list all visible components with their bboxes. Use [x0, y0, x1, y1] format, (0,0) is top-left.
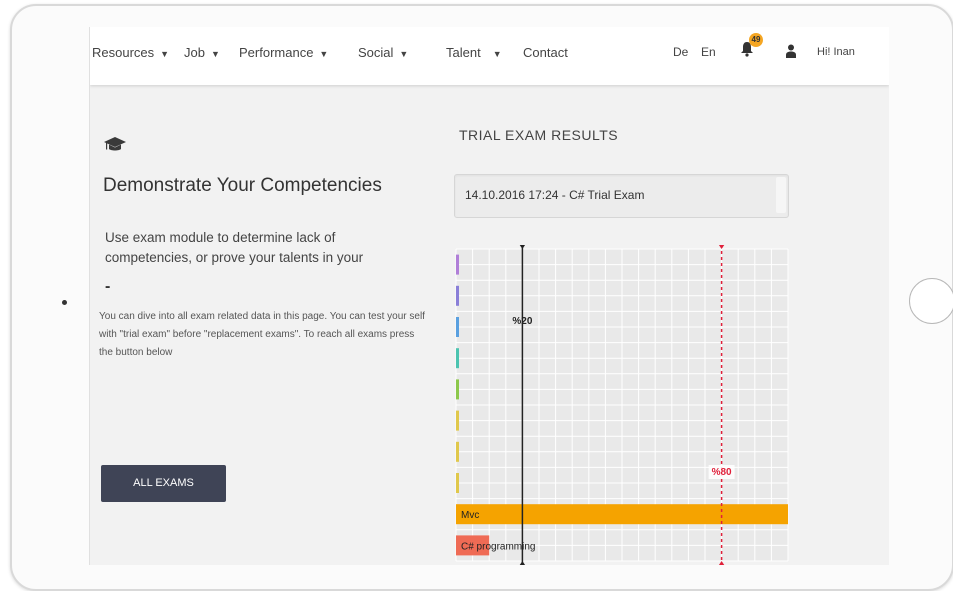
bar [456, 379, 459, 400]
bar [456, 317, 459, 337]
results-chart: MvcC# programming%20%8001020304050607080… [455, 245, 789, 565]
top-nav: Resources ▼ Job ▼ Performance ▼ Social ▼ Tal… [90, 27, 889, 85]
nav-job[interactable]: Job ▼ [184, 45, 220, 60]
caret-down-icon: ▼ [319, 49, 329, 59]
caret-down-icon: ▼ [210, 49, 220, 59]
user-greeting[interactable]: Hi! Inan [817, 46, 855, 58]
bar [456, 504, 788, 525]
nav-resources[interactable]: Resources ▼ [92, 45, 169, 60]
bar [456, 441, 459, 462]
page-description: You can dive into all exam related data … [99, 311, 425, 358]
home-button[interactable] [909, 278, 953, 324]
reference-marker-top [519, 245, 526, 249]
caret-down-icon: ▼ [160, 49, 170, 59]
reference-label: %20 [512, 316, 532, 327]
bar [456, 254, 459, 275]
reference-marker-bottom [718, 561, 725, 565]
results-title: TRIAL EXAM RESULTS [459, 127, 619, 143]
page-title: Demonstrate Your Competencies [103, 175, 382, 196]
bar [456, 285, 459, 306]
nav-performance[interactable]: Performance ▼ [239, 45, 328, 60]
select-scrollbar[interactable] [776, 177, 786, 213]
caret-down-icon: ▼ [399, 49, 409, 59]
bar [456, 348, 459, 369]
lang-de[interactable]: De [673, 45, 688, 59]
nav-talent[interactable]: Talent ▼ [446, 45, 502, 60]
reference-marker-bottom [519, 561, 526, 565]
user-icon[interactable] [786, 44, 796, 58]
nav-contact[interactable]: Contact [523, 45, 568, 60]
bar-label: Mvc [461, 510, 479, 521]
app-screen: Resources ▼ Job ▼ Performance ▼ Social ▼ Tal… [89, 27, 889, 565]
nav-social[interactable]: Social ▼ [358, 45, 408, 60]
page-subtitle: Use exam module to determine lack of com… [105, 230, 364, 265]
lang-en[interactable]: En [701, 45, 716, 59]
graduation-cap-icon [104, 137, 126, 151]
notification-badge: 49 [749, 33, 763, 47]
dash-separator: - [105, 278, 111, 295]
bar [456, 410, 459, 431]
reference-marker-top [718, 245, 725, 249]
all-exams-button[interactable]: ALL EXAMS [101, 465, 226, 502]
caret-down-icon: ▼ [492, 49, 502, 59]
exam-select-value: 14.10.2016 17:24 - C# Trial Exam [465, 188, 645, 202]
bar [456, 473, 459, 493]
bar-label: C# programming [461, 541, 535, 552]
camera-dot [62, 300, 67, 305]
exam-select[interactable]: 14.10.2016 17:24 - C# Trial Exam [454, 174, 789, 218]
reference-label: %80 [712, 467, 732, 478]
